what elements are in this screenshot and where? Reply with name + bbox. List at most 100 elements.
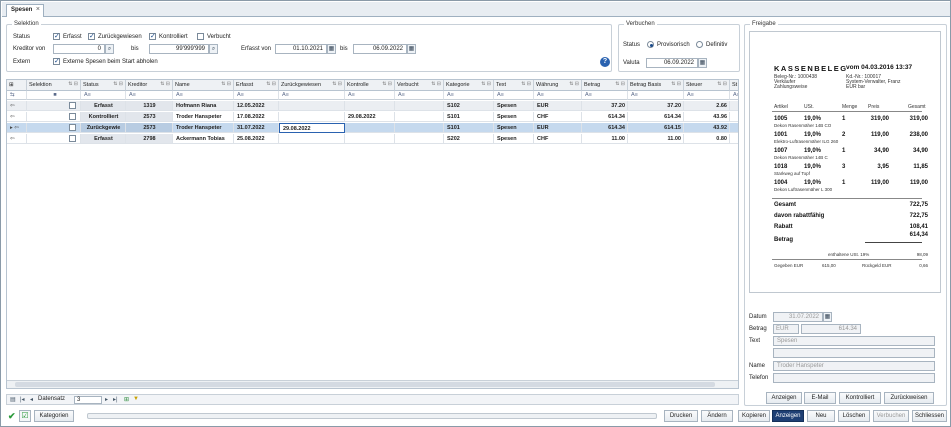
erfasst-bis-input[interactable]: 06.09.2022: [353, 44, 407, 54]
row-indicator[interactable]: ⇦: [7, 134, 27, 144]
cell-empty[interactable]: [730, 123, 738, 133]
cell-kategorie[interactable]: S101: [444, 112, 494, 122]
cell-status[interactable]: Zurückgewie: [81, 123, 126, 133]
search-icon[interactable]: ⌕: [209, 44, 218, 54]
cell-kategorie[interactable]: S102: [444, 101, 494, 111]
datum-input[interactable]: 31.07.2022: [773, 312, 823, 322]
sort-filter-icon[interactable]: ⇅ ⊟: [431, 81, 441, 87]
sort-filter-icon[interactable]: ⇅ ⊟: [671, 81, 681, 87]
check-all-icon[interactable]: ☑: [19, 410, 31, 422]
grid-corner[interactable]: ⊞: [7, 80, 27, 91]
zurueckweisen-button[interactable]: Zurückweisen: [884, 392, 934, 404]
cell-steuer[interactable]: 43.96: [684, 112, 730, 122]
cell-steuer[interactable]: 43.92: [684, 123, 730, 133]
cell-waehrung[interactable]: EUR: [534, 101, 582, 111]
filter-cell[interactable]: A≡: [730, 91, 738, 100]
row-select-checkbox[interactable]: [27, 123, 81, 133]
filter-cell[interactable]: A≡: [345, 91, 395, 100]
cell-betrag[interactable]: 11.00: [582, 134, 628, 144]
grid-settings-icon[interactable]: ▤: [10, 396, 16, 403]
cell-kreditor[interactable]: 2798: [126, 134, 173, 144]
cell-text[interactable]: Spesen: [494, 112, 534, 122]
table-row[interactable]: ⇦ Erfasst 1319 Hofmann Riana 12.05.2022 S102 S…: [7, 101, 738, 111]
row-indicator[interactable]: ⇦: [7, 112, 27, 122]
table-row[interactable]: ⇦ Kontrolliert 2573 Troder Hanspeter 17.08.2…: [7, 112, 738, 122]
filter-cell[interactable]: A≡: [444, 91, 494, 100]
column-header-status[interactable]: Status ⇅ ⊟: [81, 80, 126, 91]
close-icon[interactable]: ×: [36, 6, 40, 13]
cell-zurueck[interactable]: [279, 134, 345, 144]
erfasst-von-input[interactable]: 01.10.2021: [275, 44, 327, 54]
column-header-verbucht[interactable]: Verbucht ⇅ ⊟: [395, 80, 444, 91]
loeschen-button[interactable]: Löschen: [838, 410, 870, 422]
definitiv-radio[interactable]: [696, 41, 703, 48]
cell-text[interactable]: Spesen: [494, 134, 534, 144]
cell-verbucht[interactable]: [395, 101, 444, 111]
filter-cell[interactable]: A≡: [534, 91, 582, 100]
kreditor-bis-input[interactable]: 99'999'999: [149, 44, 209, 54]
cell-name[interactable]: Troder Hanspeter: [173, 123, 234, 133]
cell-name[interactable]: Ackermann Tobias: [173, 134, 234, 144]
next-record-icon[interactable]: ▸: [105, 396, 108, 403]
cell-zurueck[interactable]: [279, 112, 345, 122]
search-icon[interactable]: ⌕: [105, 44, 114, 54]
cell-kategorie[interactable]: S202: [444, 134, 494, 144]
column-header-währung[interactable]: Währung ⇅ ⊟: [534, 80, 582, 91]
cell-betrag[interactable]: 614.34: [582, 112, 628, 122]
sort-filter-icon[interactable]: ⇅ ⊟: [521, 81, 531, 87]
filter-cell[interactable]: A≡: [628, 91, 684, 100]
cell-kontrolle[interactable]: [345, 134, 395, 144]
cell-verbucht[interactable]: [395, 112, 444, 122]
table-row[interactable]: ⇦ Erfasst 2798 Ackermann Tobias 25.08.2022 S2…: [7, 134, 738, 144]
cell-kreditor[interactable]: 1319: [126, 101, 173, 111]
cell-text[interactable]: Spesen: [494, 101, 534, 111]
calendar-icon[interactable]: ▦: [823, 312, 832, 322]
row-checkbox[interactable]: [68, 102, 76, 109]
row-checkbox[interactable]: [68, 124, 76, 131]
telefon-input[interactable]: [773, 373, 935, 383]
column-header-selektion[interactable]: Selektion ⇅ ⊟: [27, 80, 81, 91]
betrag-input[interactable]: 614.34: [801, 324, 861, 334]
text-input[interactable]: Spesen: [773, 336, 935, 346]
sort-filter-icon[interactable]: ⇅ ⊟: [717, 81, 727, 87]
sort-filter-icon[interactable]: ⇅ ⊟: [221, 81, 231, 87]
sort-filter-icon[interactable]: ⇅ ⊟: [615, 81, 625, 87]
cell-betrag[interactable]: 37.20: [582, 101, 628, 111]
filter-cell[interactable]: A≡: [173, 91, 234, 100]
email-button[interactable]: E-Mail: [804, 392, 836, 404]
cell-basis[interactable]: 37.20: [628, 101, 684, 111]
sort-filter-icon[interactable]: ⇅ ⊟: [266, 81, 276, 87]
tab-spesen[interactable]: Spesen ×: [6, 4, 44, 17]
column-header-kreditor[interactable]: Kreditor ⇅ ⊟: [126, 80, 173, 91]
aendern-button[interactable]: Ändern: [701, 410, 733, 422]
prev-record-icon[interactable]: ◂: [30, 396, 33, 403]
sort-filter-icon[interactable]: ⇅ ⊟: [68, 81, 78, 87]
cell-empty[interactable]: [730, 101, 738, 111]
kontrolliert-checkbox[interactable]: ✓: [149, 33, 156, 40]
cell-waehrung[interactable]: EUR: [534, 123, 582, 133]
sort-filter-icon[interactable]: ⇅ ⊟: [332, 81, 342, 87]
filter-cell[interactable]: ■: [27, 91, 81, 100]
cell-erfasst[interactable]: 12.05.2022: [234, 101, 279, 111]
horizontal-scrollbar[interactable]: [7, 380, 738, 388]
cell-steuer[interactable]: 2.66: [684, 101, 730, 111]
cell-erfasst[interactable]: 25.08.2022: [234, 134, 279, 144]
scrollbar-thumb[interactable]: [15, 382, 715, 387]
filter-cell[interactable]: A≡: [126, 91, 173, 100]
cell-status[interactable]: Kontrolliert: [81, 112, 126, 122]
cell-kreditor[interactable]: 2573: [126, 112, 173, 122]
cell-kreditor[interactable]: 2573: [126, 123, 173, 133]
sort-filter-icon[interactable]: ⇅ ⊟: [113, 81, 123, 87]
cell-name[interactable]: Troder Hanspeter: [173, 112, 234, 122]
datensatz-input[interactable]: 3: [74, 396, 102, 404]
kreditor-von-input[interactable]: 0: [53, 44, 105, 54]
filter-cell[interactable]: A≡: [494, 91, 534, 100]
sort-filter-icon[interactable]: ⇅ ⊟: [481, 81, 491, 87]
column-header-erfasst[interactable]: Erfasst ⇅ ⊟: [234, 80, 279, 91]
verbucht-checkbox[interactable]: [197, 33, 204, 40]
filter-cell[interactable]: A≡: [81, 91, 126, 100]
provisorisch-radio[interactable]: [647, 41, 654, 48]
row-select-checkbox[interactable]: [27, 112, 81, 122]
freigabe-anzeigen-button[interactable]: Anzeigen: [766, 392, 802, 404]
row-select-checkbox[interactable]: [27, 101, 81, 111]
